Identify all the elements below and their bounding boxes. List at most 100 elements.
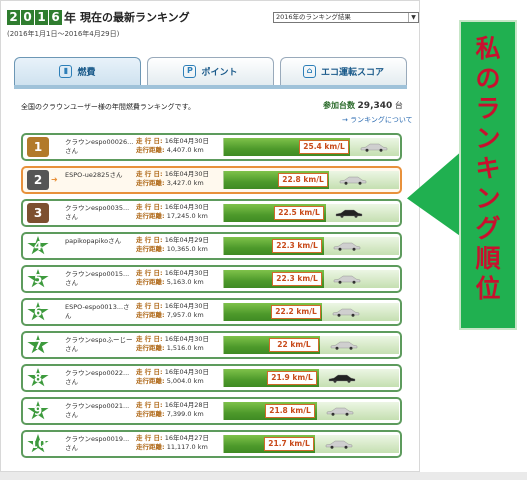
ranking-row[interactable]: 8 クラウンespo0022...さん 走 行 日: 16年04月30日 走行距… <box>21 364 402 392</box>
count-unit: 台 <box>394 101 403 110</box>
year-select[interactable]: 2016年のランキング結果 ▼ <box>273 12 419 23</box>
tab-eco-score[interactable]: ⌂ エコ運転スコア <box>280 57 407 85</box>
header: 2 0 1 6 年 現在の最新ランキング (2016年1月1日〜2016年4月2… <box>7 9 419 39</box>
ranking-row[interactable]: 9 クラウンespo0021...さん 走 行 日: 16年04月28日 走行距… <box>21 397 402 425</box>
year-digit: 1 <box>35 9 48 25</box>
ranking-row[interactable]: 4 papikopapikoさん 走 行 日: 16年04月29日 走行距離: … <box>21 232 402 260</box>
fuel-value: 25.4 <box>303 142 322 151</box>
ranking-row[interactable]: 5 クラウンespo0015...さん 走 行 日: 16年04月30日 走行距… <box>21 265 402 293</box>
date-key: 走 行 日: <box>136 236 163 244</box>
year-digit: 0 <box>21 9 34 25</box>
rank-badge-icon: 4 <box>27 236 49 255</box>
ranking-row[interactable]: 2 ➜ ESPO-ue2825さん 走 行 日: 16年04月30日 走行距離:… <box>21 166 402 194</box>
callout-box: 私のランキング順位 <box>459 20 517 330</box>
fuel-bar: 21.8 km/L <box>223 402 399 420</box>
user-name: クラウンespo0015...さん <box>65 270 130 287</box>
eco-score-icon: ⌂ <box>302 65 316 78</box>
fuel-value-badge: 21.7 km/L <box>264 437 314 451</box>
fuel-bar: 21.9 km/L <box>223 369 399 387</box>
fuel-bar: 21.7 km/L <box>223 435 399 453</box>
page-title: 現在の最新ランキング <box>80 11 190 24</box>
rank-badge-icon: 5 <box>27 269 49 288</box>
callout-char: 位 <box>475 274 501 303</box>
fuel-bar: 22.3 km/L <box>223 270 399 288</box>
row-meta: 走 行 日: 16年04月30日 走行距離: 17,245.0 km <box>136 203 209 221</box>
row-meta: 走 行 日: 16年04月30日 走行距離: 3,427.0 km <box>136 170 209 188</box>
date-key: 走 行 日: <box>136 401 163 409</box>
fuel-value: 22.2 <box>275 307 294 316</box>
rank-badge-icon: 3 <box>27 203 49 223</box>
ranking-row[interactable]: 10 クラウンespo0019...さん 走 行 日: 16年04月27日 走行… <box>21 430 402 458</box>
tab-underline <box>14 85 407 89</box>
ranking-panel: 2 0 1 6 年 現在の最新ランキング (2016年1月1日〜2016年4月2… <box>0 0 420 472</box>
fuel-value: 22.3 <box>276 241 295 250</box>
ranking-row[interactable]: 3 クラウンespo0035...さん 走 行 日: 16年04月30日 走行距… <box>21 199 402 227</box>
rank-badge-icon: 9 <box>27 401 49 420</box>
tab-label: ポイント <box>201 68 238 78</box>
ranking-row[interactable]: 7 クラウンespoふーじーさん 走 行 日: 16年04月30日 走行距離: … <box>21 331 402 359</box>
rank-badge-icon: 10 <box>27 434 49 453</box>
fuel-unit: km/L <box>296 307 317 316</box>
callout-char: グ <box>475 214 501 243</box>
count-label: 参加台数 <box>323 101 355 110</box>
title-row: 2 0 1 6 年 現在の最新ランキング <box>7 9 190 25</box>
drive-distance: 5,163.0 km <box>166 278 204 286</box>
rank-badge-icon: 2 <box>27 170 49 190</box>
car-icon <box>333 275 361 284</box>
callout-char: ン <box>475 184 501 213</box>
fuel-unit: km/L <box>290 406 311 415</box>
callout-char: 私 <box>475 34 501 63</box>
car-icon <box>330 341 358 350</box>
distance-key: 走行距離: <box>136 311 165 319</box>
date-key: 走 行 日: <box>136 434 163 442</box>
fuel-value: 22.5 <box>278 208 297 217</box>
row-meta: 走 行 日: 16年04月30日 走行距離: 5,163.0 km <box>136 269 209 287</box>
row-meta: 走 行 日: 16年04月30日 走行距離: 7,957.0 km <box>136 302 209 320</box>
row-meta: 走 行 日: 16年04月28日 走行距離: 7,399.0 km <box>136 401 209 419</box>
drive-date: 16年04月30日 <box>164 335 210 343</box>
fuel-unit: km/L <box>297 274 318 283</box>
date-key: 走 行 日: <box>136 302 163 310</box>
car-icon <box>360 143 388 152</box>
rank-badge-icon: 7 <box>27 335 49 354</box>
distance-key: 走行距離: <box>136 179 165 187</box>
date-key: 走 行 日: <box>136 170 163 178</box>
drive-date: 16年04月29日 <box>164 236 210 244</box>
drive-distance: 4,407.0 km <box>166 146 204 154</box>
drive-date: 16年04月28日 <box>164 401 210 409</box>
chevron-down-icon[interactable]: ▼ <box>408 13 418 22</box>
year-select-value: 2016年のランキング結果 <box>276 13 351 21</box>
user-name: クラウンespo00026...さん <box>65 138 134 155</box>
drive-date: 16年04月30日 <box>164 368 210 376</box>
tab-points[interactable]: P ポイント <box>147 57 274 85</box>
ranking-row[interactable]: 1 クラウンespo00026...さん 走 行 日: 16年04月30日 走行… <box>21 133 402 161</box>
drive-date: 16年04月30日 <box>164 302 210 310</box>
fuel-value: 21.7 <box>268 439 287 448</box>
row-meta: 走 行 日: 16年04月29日 走行距離: 10,365.0 km <box>136 236 209 254</box>
fuel-bar: 22.3 km/L <box>223 237 399 255</box>
drive-distance: 3,427.0 km <box>166 179 204 187</box>
drive-distance: 7,957.0 km <box>166 311 204 319</box>
distance-key: 走行距離: <box>136 443 165 451</box>
car-icon <box>326 407 354 416</box>
ranking-row[interactable]: 6 ESPO-espo0013...さん 走 行 日: 16年04月30日 走行… <box>21 298 402 326</box>
callout-char: ラ <box>475 94 501 123</box>
drive-distance: 1,516.0 km <box>166 344 204 352</box>
about-ranking-link[interactable]: → ランキングについて <box>342 115 413 125</box>
user-name: クラウンespo0021...さん <box>65 402 130 419</box>
participant-count: 参加台数 29,340 台 <box>323 100 403 111</box>
tab-fuel[interactable]: ▮ 燃費 <box>14 57 141 85</box>
year-digit: 2 <box>7 9 20 25</box>
callout-char: ン <box>475 124 501 153</box>
fuel-unit: km/L <box>324 142 345 151</box>
fuel-bar: 22.5 km/L <box>223 204 399 222</box>
distance-key: 走行距離: <box>136 245 165 253</box>
date-key: 走 行 日: <box>136 203 163 211</box>
fuel-value: 21.8 <box>269 406 288 415</box>
count-value: 29,340 <box>357 101 393 111</box>
date-key: 走 行 日: <box>136 368 163 376</box>
drive-date: 16年04月30日 <box>164 269 210 277</box>
fuel-icon: ▮ <box>59 65 73 78</box>
fuel-value-badge: 22.2 km/L <box>271 305 321 319</box>
car-icon <box>335 209 363 218</box>
